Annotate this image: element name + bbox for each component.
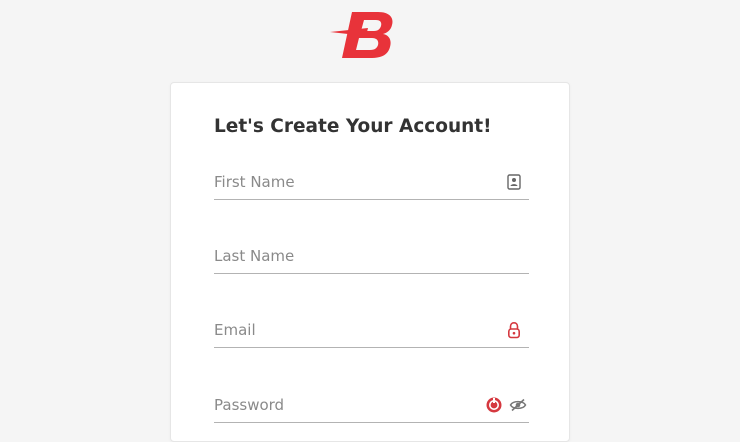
eye-slash-icon[interactable] — [509, 396, 527, 414]
password-field — [214, 383, 529, 423]
last-name-input[interactable] — [214, 247, 489, 265]
password-manager-icon[interactable] — [485, 396, 503, 414]
contact-card-icon[interactable] — [505, 173, 523, 191]
brand-logo — [328, 6, 398, 62]
first-name-input[interactable] — [214, 173, 489, 191]
last-name-field — [214, 234, 529, 274]
email-field — [214, 308, 529, 348]
padlock-icon[interactable] — [505, 321, 523, 339]
password-input[interactable] — [214, 396, 489, 414]
page-title: Let's Create Your Account! — [214, 116, 492, 137]
first-name-field — [214, 160, 529, 200]
signup-card: Let's Create Your Account! — [170, 82, 570, 442]
email-input[interactable] — [214, 321, 489, 339]
